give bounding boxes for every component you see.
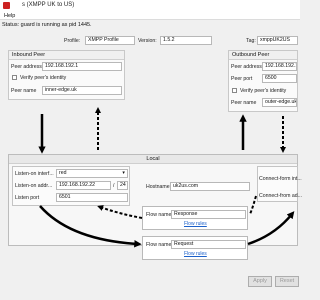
- apply-button[interactable]: Apply: [248, 276, 272, 287]
- flow-arrows: [38, 107, 295, 248]
- response-to-listen-dashed-arrow: [97, 205, 143, 219]
- response-return-dashed-arrow: [249, 195, 257, 215]
- request-to-connect-arrow: [247, 211, 295, 246]
- listen-to-request-arrow: [39, 205, 142, 248]
- reset-button[interactable]: Reset: [275, 276, 299, 287]
